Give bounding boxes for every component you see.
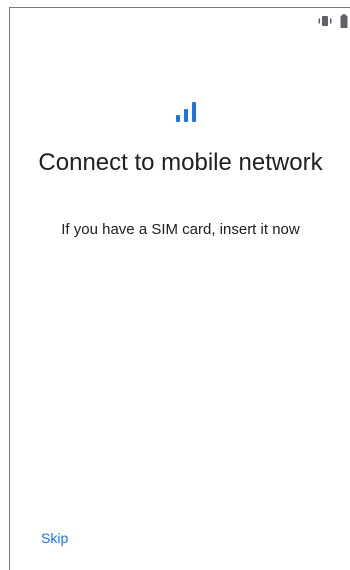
signal-bars-icon <box>176 102 196 122</box>
skip-button[interactable]: Skip <box>41 526 68 550</box>
battery-icon <box>340 14 348 28</box>
status-bar <box>318 12 350 30</box>
page-title: Connect to mobile network <box>38 149 323 176</box>
vibrate-icon <box>318 16 332 26</box>
setup-screen: Connect to mobile network If you have a … <box>9 7 350 570</box>
page-subtitle: If you have a SIM card, insert it now <box>61 221 300 238</box>
